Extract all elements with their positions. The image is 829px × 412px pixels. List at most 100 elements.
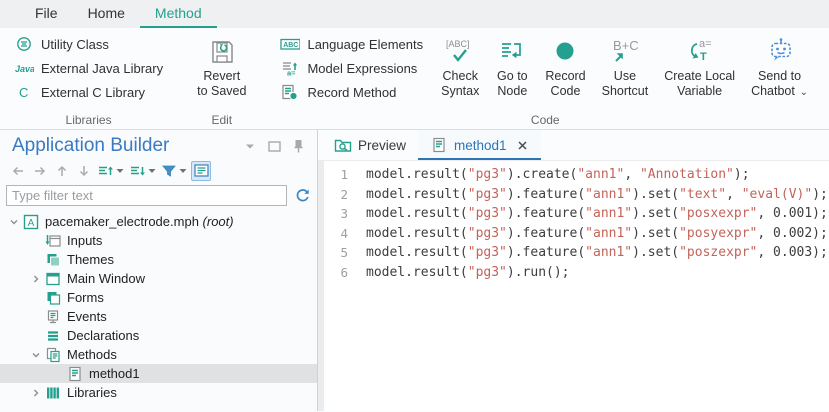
code-group-label: Code [268,113,822,127]
model-expressions-button[interactable]: a=Model Expressions [274,58,429,78]
filter-funnel-icon [161,163,177,179]
send-to-chatbot-icon [765,35,795,69]
move-up-list-button[interactable] [96,161,126,181]
line-number: 3 [318,204,348,224]
button-label: RecordCode [545,69,585,99]
menu-tab-method[interactable]: Method [140,0,217,28]
button-label: External C Library [41,85,145,100]
tree-item-methods[interactable]: Methods [0,345,317,364]
use-shortcut-button[interactable]: B+CUseShortcut [594,32,657,102]
svg-text:[ABC]: [ABC] [446,39,470,49]
main-area: Application Builder Apacemaker_electrode… [0,130,829,411]
show-in-editor-toggle-button[interactable] [191,161,211,181]
arrow-left-icon [10,163,26,179]
filter-funnel-button[interactable] [160,161,189,181]
inputs-icon [44,233,62,249]
comsol-method-window: FileHomeMethod Utility Class Java External… [0,0,829,412]
tree-item-suffix: (root) [199,214,234,229]
tree-item-method1[interactable]: method1 [0,364,317,383]
expander-collapsed-icon[interactable] [28,274,44,284]
filter-input[interactable] [6,185,287,206]
editor-tab-preview[interactable]: Preview [322,130,418,160]
record-method-icon [280,84,300,100]
arrow-down-button[interactable] [74,161,94,181]
tree-item-events[interactable]: Events [0,307,317,326]
tree-item-label: Events [67,309,107,324]
external-java-library-button[interactable]: Java External Java Library [8,58,169,78]
button-label: Language Elements [307,37,423,52]
tree-item-label: method1 [89,366,140,381]
tree-item-label: Inputs [67,233,102,248]
preview-icon [334,136,352,154]
maximize-icon[interactable] [267,139,281,153]
line-number: 1 [318,165,348,185]
svg-text:Java: Java [15,64,34,74]
tree-item-label: Declarations [67,328,139,343]
arrow-left-button[interactable] [8,161,28,181]
external-c-library-button[interactable]: C External C Library [8,82,169,102]
revert-to-saved-button[interactable]: Revertto Saved [189,32,254,99]
code-line: 2model.result("pg3").feature("ann1").set… [318,185,829,205]
menu-tab-file[interactable]: File [20,0,73,28]
move-down-list-button[interactable] [128,161,158,181]
svg-text:ABC: ABC [284,42,299,49]
check-syntax-button[interactable]: [ABC] CheckSyntax [433,32,487,102]
language-elements-button[interactable]: ABC Language Elements [274,34,429,54]
ribbon-group-libraries: Utility Class Java External Java Library CE… [2,28,175,129]
button-label: Go toNode [497,69,528,99]
record-method-button[interactable]: Record Method [274,82,429,102]
expander-collapsed-icon[interactable] [28,388,44,398]
chevron-down-icon: ⌄ [797,87,808,98]
utility-class-button[interactable]: Utility Class [8,34,169,54]
panel-header: Application Builder [0,130,317,157]
arrow-up-button[interactable] [52,161,72,181]
caret-down-icon [115,168,125,174]
svg-text:a=: a= [699,38,712,50]
line-number: 4 [318,224,348,244]
tree-item-label: Forms [67,290,104,305]
main-window-icon [44,271,62,287]
code-editor[interactable]: 1model.result("pg3").create("ann1", "Ann… [318,161,829,411]
tree-item-inputs[interactable]: Inputs [0,231,317,250]
tree-item-declarations[interactable]: Declarations [0,326,317,345]
button-label: Revertto Saved [197,69,246,99]
code-text: model.result("pg3").feature("ann1").set(… [348,185,828,205]
ribbon-group-continue: Continue [822,28,829,129]
tree-item-pacemaker-electrode-mph[interactable]: Apacemaker_electrode.mph (root) [0,212,317,231]
button-label: CheckSyntax [441,69,479,99]
svg-text:C: C [19,85,28,100]
record-code-button[interactable]: RecordCode [537,32,593,102]
svg-text:A: A [28,218,35,229]
tree-item-main-window[interactable]: Main Window [0,269,317,288]
send-to-chatbot-button[interactable]: Send toChatbot ⌄ [743,32,816,102]
tree-item-forms[interactable]: Forms [0,288,317,307]
expander-expanded-icon[interactable] [28,350,44,360]
editor-tab-method1[interactable]: method1 [418,130,541,160]
close-icon[interactable] [517,139,529,151]
move-up-list-icon [97,163,114,179]
button-label: Record Method [307,85,396,100]
arrow-right-icon [32,163,48,179]
libraries-group-label: Libraries [2,113,175,127]
revert-to-saved-icon [208,35,236,69]
arrow-right-button[interactable] [30,161,50,181]
line-number: 6 [318,263,348,283]
refresh-filter-button[interactable] [293,187,311,205]
chevron-down-icon[interactable] [243,139,257,153]
filter-row [0,183,317,209]
button-label: Create LocalVariable [664,69,735,99]
button-label: External Java Library [41,61,163,76]
pin-icon[interactable] [291,139,305,153]
code-line: 6model.result("pg3").run(); [318,263,829,283]
tree-item-libraries[interactable]: Libraries [0,383,317,402]
button-label: Utility Class [41,37,109,52]
create-local-variable-button[interactable]: a=TCreate LocalVariable [656,32,743,102]
move-down-list-icon [129,163,146,179]
tree-item-themes[interactable]: Themes [0,250,317,269]
button-label: UseShortcut [602,69,649,99]
go-to-node-button[interactable]: Go toNode [487,32,537,102]
method-doc-icon [430,136,448,154]
menu-tab-home[interactable]: Home [73,0,140,28]
tree-item-label: pacemaker_electrode.mph (root) [45,214,234,229]
expander-expanded-icon[interactable] [6,217,22,227]
